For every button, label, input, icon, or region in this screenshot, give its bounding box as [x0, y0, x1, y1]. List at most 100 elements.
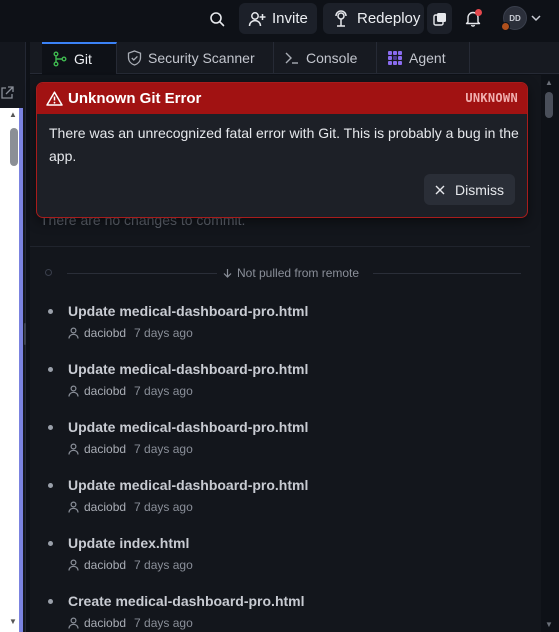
left-scroll-thumb[interactable] — [10, 128, 18, 166]
commit-bullet — [48, 541, 53, 546]
remote-separator-label: Not pulled from remote — [223, 266, 359, 280]
dismiss-button[interactable]: Dismiss — [424, 174, 515, 205]
notification-dot — [475, 9, 482, 16]
error-title: Unknown Git Error — [68, 90, 202, 107]
user-icon — [68, 327, 79, 339]
left-accent-bar — [19, 108, 23, 632]
invite-button[interactable]: Invite — [239, 3, 317, 34]
tab-label: Git — [74, 51, 92, 67]
add-user-icon — [248, 11, 266, 26]
avatar-status-dot — [501, 22, 510, 31]
user-icon — [68, 501, 79, 513]
user-icon — [68, 443, 79, 455]
tab-bar: Git Security Scanner Console Agent — [30, 42, 559, 74]
error-code: UNKNOWN — [465, 91, 518, 105]
tab-agent[interactable]: Agent — [377, 42, 470, 74]
scroll-down-arrow[interactable]: ▼ — [9, 617, 17, 626]
scroll-up-arrow[interactable]: ▲ — [545, 78, 553, 87]
commit-item[interactable]: Create medical-dashboard-pro.html daciob… — [46, 593, 516, 632]
left-scrollbar[interactable]: ▲ ▼ — [7, 110, 18, 626]
timeline-dot — [45, 269, 52, 276]
commit-message: Update medical-dashboard-pro.html — [68, 419, 309, 435]
close-icon — [435, 185, 445, 194]
tab-git[interactable]: Git — [42, 42, 117, 74]
user-icon — [68, 385, 79, 397]
tab-label: Console — [306, 50, 358, 66]
commit-author: daciobd — [84, 442, 127, 456]
commit-author: daciobd — [84, 558, 127, 572]
redeploy-label: Redeploy — [357, 10, 421, 27]
commit-item[interactable]: Update medical-dashboard-pro.html daciob… — [46, 477, 516, 527]
commit-message: Update medical-dashboard-pro.html — [68, 361, 309, 377]
warning-icon — [46, 91, 63, 106]
commit-message: Update medical-dashboard-pro.html — [68, 303, 309, 319]
scroll-up-arrow[interactable]: ▲ — [9, 110, 17, 119]
dismiss-label: Dismiss — [455, 181, 504, 198]
git-branch-icon — [53, 51, 67, 67]
error-message: There was an unrecognized fatal error wi… — [49, 125, 519, 164]
search-button[interactable] — [202, 3, 232, 34]
notifications-button[interactable] — [461, 3, 485, 34]
commit-item[interactable]: Update medical-dashboard-pro.html daciob… — [46, 361, 516, 411]
commit-message: Create medical-dashboard-pro.html — [68, 593, 305, 609]
tab-label: Security Scanner — [148, 50, 255, 66]
arrow-down-icon — [223, 269, 232, 278]
commit-meta: daciobd 7 days ago — [68, 326, 193, 340]
windows-button[interactable] — [427, 3, 452, 34]
scroll-down-arrow[interactable]: ▼ — [545, 620, 553, 629]
remote-separator-text: Not pulled from remote — [237, 266, 360, 280]
windows-icon — [432, 12, 446, 26]
commit-bullet — [48, 309, 53, 314]
commit-author: daciobd — [84, 326, 127, 340]
terminal-icon — [285, 52, 298, 64]
commit-item[interactable]: Update medical-dashboard-pro.html daciob… — [46, 303, 516, 353]
commit-time: 7 days ago — [134, 326, 193, 340]
commit-meta: daciobd 7 days ago — [68, 500, 193, 514]
separator-line — [67, 273, 217, 274]
error-header: Unknown Git Error UNKNOWN — [37, 83, 527, 114]
user-icon — [68, 617, 79, 629]
commit-meta: daciobd 7 days ago — [68, 558, 193, 572]
commit-author: daciobd — [84, 384, 127, 398]
tab-label: Agent — [409, 50, 446, 66]
commit-author: daciobd — [84, 500, 127, 514]
commit-time: 7 days ago — [134, 558, 193, 572]
commit-time: 7 days ago — [134, 442, 193, 456]
commit-meta: daciobd 7 days ago — [68, 384, 193, 398]
right-scroll-thumb[interactable] — [545, 92, 553, 118]
commit-message: Update index.html — [68, 535, 190, 551]
top-bar: Invite Redeploy DD — [0, 0, 559, 38]
commit-item[interactable]: Update index.html daciobd 7 days ago — [46, 535, 516, 585]
remote-separator: Not pulled from remote — [45, 266, 521, 280]
redeploy-button[interactable]: Redeploy — [323, 3, 424, 34]
separator-line — [373, 273, 521, 274]
avatar-initials: DD — [509, 13, 521, 23]
commit-bullet — [48, 367, 53, 372]
commit-time: 7 days ago — [134, 616, 193, 630]
right-scrollbar[interactable]: ▲ ▼ — [541, 75, 559, 632]
shield-icon — [127, 50, 142, 66]
error-toast: Unknown Git Error UNKNOWN There was an u… — [36, 82, 528, 218]
search-icon — [210, 11, 225, 26]
commit-time: 7 days ago — [134, 384, 193, 398]
agent-icon — [388, 51, 402, 65]
commit-item[interactable]: Update medical-dashboard-pro.html daciob… — [46, 419, 516, 469]
tab-security-scanner[interactable]: Security Scanner — [117, 42, 274, 74]
chevron-down-icon[interactable] — [531, 14, 541, 22]
commit-bullet — [48, 483, 53, 488]
commit-message: Update medical-dashboard-pro.html — [68, 477, 309, 493]
commit-author: daciobd — [84, 616, 127, 630]
commit-bullet — [48, 599, 53, 604]
deploy-icon — [335, 9, 347, 27]
avatar[interactable]: DD — [501, 6, 527, 31]
divider — [30, 246, 530, 247]
user-icon — [68, 559, 79, 571]
commit-bullet — [48, 425, 53, 430]
commit-time: 7 days ago — [134, 500, 193, 514]
commit-meta: daciobd 7 days ago — [68, 442, 193, 456]
open-external-icon[interactable] — [0, 86, 14, 100]
tab-console[interactable]: Console — [274, 42, 377, 74]
pane-splitter[interactable] — [24, 323, 26, 345]
commit-meta: daciobd 7 days ago — [68, 616, 193, 630]
invite-label: Invite — [272, 10, 308, 27]
